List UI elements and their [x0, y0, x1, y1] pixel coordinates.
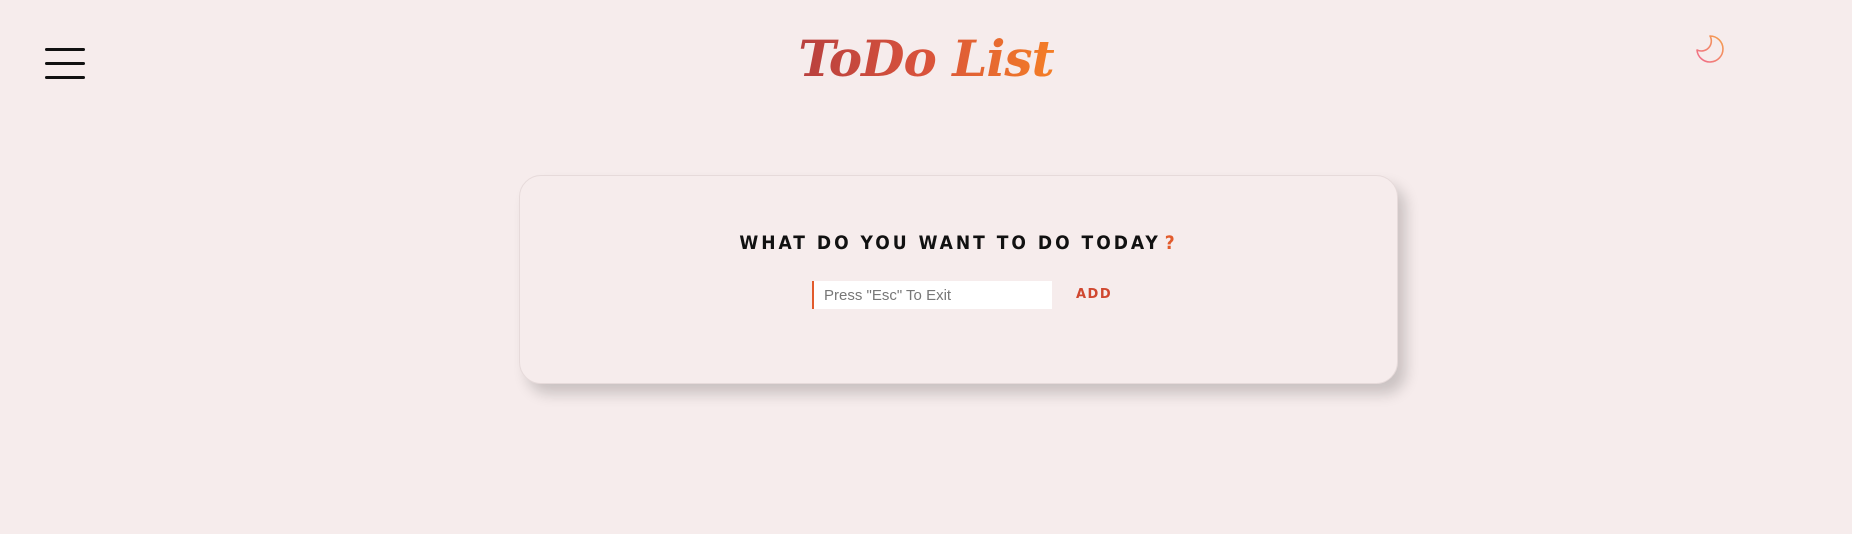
app-title: ToDo List	[0, 24, 1852, 94]
prompt-heading: WHAT DO YOU WANT TO DO TODAY?	[520, 232, 1397, 254]
add-button[interactable]: ADD	[1068, 281, 1120, 309]
prompt-text: WHAT DO YOU WANT TO DO TODAY	[739, 232, 1161, 254]
theme-toggle-button[interactable]	[1693, 32, 1727, 66]
todo-input[interactable]	[812, 281, 1052, 309]
todo-card: WHAT DO YOU WANT TO DO TODAY? ADD	[519, 175, 1398, 384]
app-title-text: ToDo List	[798, 29, 1054, 88]
prompt-question-mark: ?	[1164, 232, 1178, 254]
moon-icon	[1696, 35, 1724, 63]
